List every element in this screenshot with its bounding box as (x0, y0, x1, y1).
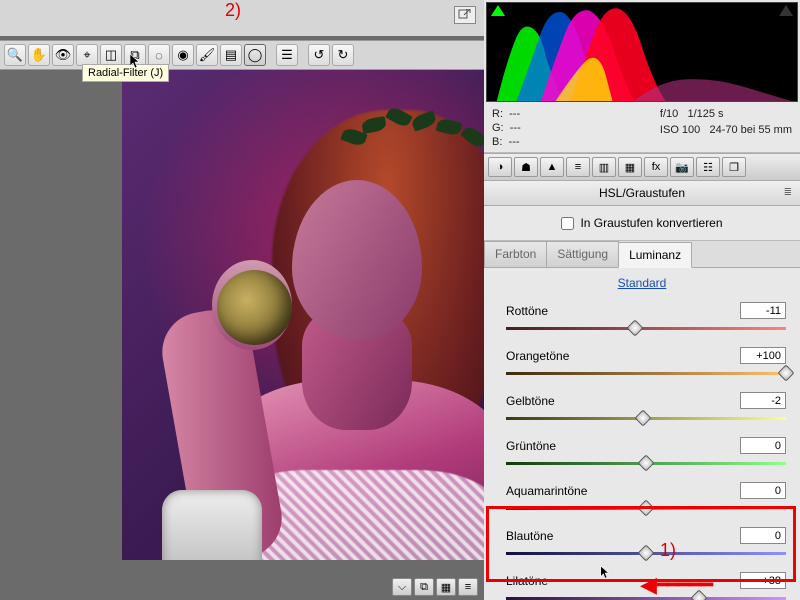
rotate-ccw-button[interactable]: ↺ (308, 44, 330, 66)
readout-r-label: R: (492, 108, 503, 120)
tool-strip: 🔍 ✋ 👁 ⌖ ◫ ⧉ ◌ ◉ 🖌 ▤ ◯ ☰ ↺ ↻ (0, 40, 484, 70)
slider-label-reds: Rottöne (506, 304, 548, 318)
tab-hue[interactable]: Farbton (484, 241, 547, 267)
slider-yellows: Gelbtöne (506, 392, 786, 423)
convert-grayscale-row: In Graustufen konvertieren (484, 206, 800, 241)
slider-value-blues[interactable] (740, 527, 786, 544)
convert-grayscale-checkbox[interactable] (561, 217, 574, 230)
white-balance-tool[interactable]: 👁 (52, 44, 74, 66)
slider-blues: Blautöne (506, 527, 786, 558)
annotation-2: 2) (225, 0, 241, 21)
slider-value-purples[interactable] (740, 572, 786, 589)
rotate-cw-button[interactable]: ↻ (332, 44, 354, 66)
hand-tool[interactable]: ✋ (28, 44, 50, 66)
aperture-value: f/10 (660, 108, 678, 120)
slider-value-aquas[interactable] (740, 482, 786, 499)
settings-icon[interactable]: ≡ (458, 578, 478, 596)
slider-aquas: Aquamarintöne (506, 482, 786, 513)
snapshots-panel-icon[interactable]: ❐ (722, 157, 746, 177)
slider-oranges: Orangetöne (506, 347, 786, 378)
slider-reds: Rottöne (506, 302, 786, 333)
redeye-tool[interactable]: ◉ (172, 44, 194, 66)
preview-footer-icons: ⌵ ⧉ ▦ ≡ (392, 578, 478, 596)
compare-icon[interactable]: ⧉ (414, 578, 434, 596)
slider-value-greens[interactable] (740, 437, 786, 454)
cursor-icon (130, 54, 142, 70)
lens-value: 24-70 bei 55 mm (709, 124, 792, 136)
tab-saturation[interactable]: Sättigung (546, 241, 619, 267)
lens-panel-icon[interactable]: ▦ (618, 157, 642, 177)
shadow-clipping-icon[interactable] (491, 5, 505, 16)
spot-removal-tool[interactable]: ◌ (148, 44, 170, 66)
slider-value-oranges[interactable] (740, 347, 786, 364)
annotation-arrow: ◀━━━━━ (640, 572, 711, 598)
slider-label-oranges: Orangetöne (506, 349, 569, 363)
luminance-sliders: Rottöne Orangetöne Gelbtöne Grüntöne Aquamar… (484, 298, 800, 600)
graduated-filter-tool[interactable]: ▤ (220, 44, 242, 66)
preview-pane: 2) 🔍 ✋ 👁 ⌖ ◫ ⧉ ◌ ◉ 🖌 ▤ ◯ ☰ ↺ ↻ Radial-Fi… (0, 0, 484, 600)
slider-track-oranges[interactable] (506, 368, 786, 378)
slider-label-blues: Blautöne (506, 529, 553, 543)
hsl-panel-icon[interactable]: ≡ (566, 157, 590, 177)
filter-icon[interactable]: ⌵ (392, 578, 412, 596)
color-sampler-tool[interactable]: ⌖ (76, 44, 98, 66)
split-panel-icon[interactable]: ▥ (592, 157, 616, 177)
detach-panel-button[interactable] (454, 6, 476, 24)
reset-default-row: Standard (484, 268, 800, 298)
slider-label-aquas: Aquamarintöne (506, 484, 587, 498)
basic-panel-icon[interactable]: ◑ (488, 157, 512, 177)
presets-button[interactable]: ☰ (276, 44, 298, 66)
slider-value-yellows[interactable] (740, 392, 786, 409)
preview-top-bar: 2) (0, 0, 484, 36)
camera-panel-icon[interactable]: 📷 (670, 157, 694, 177)
image-preview[interactable] (122, 70, 484, 560)
panel-menu-icon[interactable]: ≣ (784, 187, 792, 198)
exif-readout: R: --- G: --- B: --- f/10 1/125 s ISO 10… (484, 104, 800, 153)
slider-label-yellows: Gelbtöne (506, 394, 555, 408)
annotation-cursor-icon (600, 566, 612, 580)
iso-value: ISO 100 (660, 124, 700, 136)
zoom-tool[interactable]: 🔍 (4, 44, 26, 66)
slider-label-purples: Lilatöne (506, 574, 548, 588)
panel-tab-strip: ◑ ☗ ▲ ≡ ▥ ▦ fx 📷 ☷ ❐ (484, 153, 800, 181)
tab-luminance[interactable]: Luminanz (618, 242, 692, 268)
slider-value-reds[interactable] (740, 302, 786, 319)
crop-tool[interactable]: ◫ (100, 44, 122, 66)
convert-grayscale-label: In Graustufen konvertieren (580, 216, 722, 230)
slider-greens: Grüntöne (506, 437, 786, 468)
tool-tooltip: Radial-Filter (J) (82, 64, 169, 82)
grid-icon[interactable]: ▦ (436, 578, 456, 596)
radial-filter-tool[interactable]: ◯ (244, 44, 266, 66)
slider-label-greens: Grüntöne (506, 439, 556, 453)
hsl-subtabs: Farbton Sättigung Luminanz (484, 241, 800, 268)
detail-panel-icon[interactable]: ▲ (540, 157, 564, 177)
slider-track-aquas[interactable] (506, 503, 786, 513)
curve-panel-icon[interactable]: ☗ (514, 157, 538, 177)
slider-track-yellows[interactable] (506, 413, 786, 423)
presets-panel-icon[interactable]: ☷ (696, 157, 720, 177)
shutter-value: 1/125 s (687, 108, 723, 120)
readout-g-label: G: (492, 122, 504, 134)
reset-default-link[interactable]: Standard (618, 276, 667, 290)
section-title: HSL/Graustufen (599, 186, 685, 200)
adjustment-brush-tool[interactable]: 🖌 (196, 44, 218, 66)
adjustments-pane: R: --- G: --- B: --- f/10 1/125 s ISO 10… (484, 0, 800, 600)
slider-track-reds[interactable] (506, 323, 786, 333)
annotation-1: 1) (660, 540, 676, 561)
fx-panel-icon[interactable]: fx (644, 157, 668, 177)
slider-track-blues[interactable] (506, 548, 786, 558)
readout-b-label: B: (492, 136, 502, 148)
section-header: HSL/Graustufen ≣ (484, 181, 800, 206)
highlight-clipping-icon[interactable] (779, 5, 793, 16)
slider-track-greens[interactable] (506, 458, 786, 468)
histogram[interactable] (486, 2, 798, 102)
